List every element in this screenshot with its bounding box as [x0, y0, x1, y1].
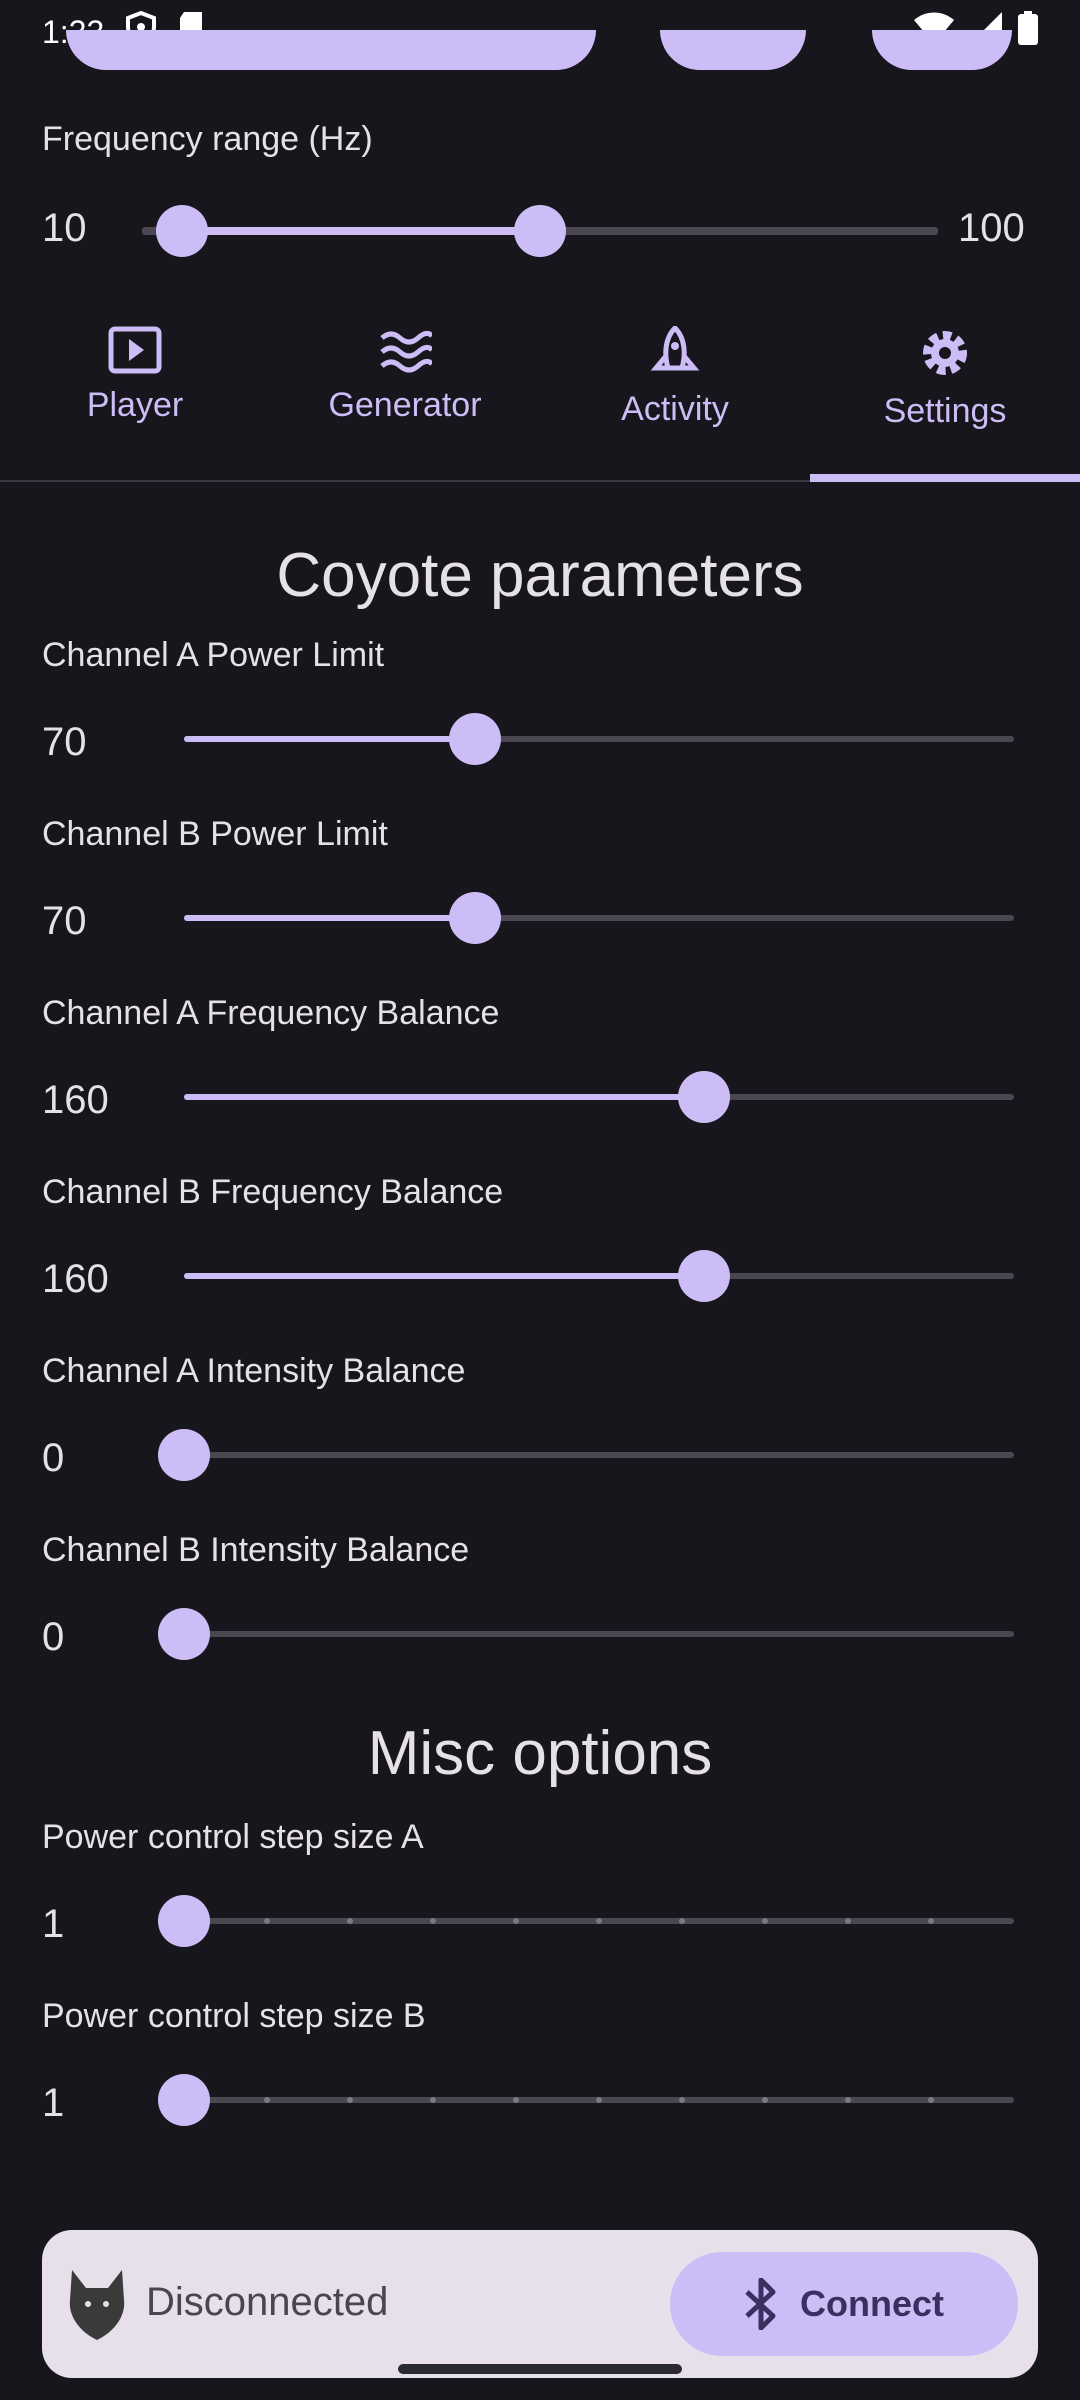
coyote-slider-thumb[interactable] — [678, 1071, 731, 1123]
waves-icon — [380, 330, 432, 373]
mode-chip-partial[interactable] — [660, 30, 806, 70]
gesture-nav-bar[interactable] — [398, 2364, 682, 2374]
connect-button[interactable]: Connect — [670, 2252, 1018, 2356]
coyote-slider-label: Channel A Power Limit — [42, 636, 385, 674]
misc-slider-tick — [513, 2097, 519, 2103]
coyote-slider-track[interactable] — [184, 736, 1014, 742]
misc-slider-value: 1 — [42, 2081, 65, 2125]
connection-bar: Disconnected Connect — [42, 2230, 1038, 2378]
coyote-slider-fill — [184, 736, 475, 742]
misc-slider-tick — [679, 1918, 685, 1924]
bluetooth-icon — [745, 2278, 776, 2330]
frequency-range-label: Frequency range (Hz) — [42, 120, 373, 158]
misc-slider-tick — [679, 2097, 685, 2103]
tab-settings[interactable]: Settings — [810, 300, 1080, 480]
tab-settings-label: Settings — [883, 392, 1007, 430]
coyote-slider-value: 70 — [42, 899, 87, 943]
coyote-slider-fill — [184, 915, 475, 921]
misc-slider-tick — [430, 1918, 436, 1924]
coyote-slider-value: 160 — [42, 1257, 109, 1301]
tab-generator[interactable]: Generator — [270, 300, 540, 480]
battery-icon — [1018, 11, 1038, 53]
coyote-slider-fill — [184, 1094, 705, 1100]
rocket-icon — [650, 326, 700, 371]
coyote-slider-label: Channel A Intensity Balance — [42, 1352, 466, 1390]
connect-button-label: Connect — [800, 2283, 944, 2324]
misc-slider-tick — [264, 1918, 270, 1924]
coyote-parameters-title: Coyote parameters — [276, 541, 804, 610]
misc-slider-value: 1 — [42, 1902, 65, 1946]
coyote-slider-label: Channel A Frequency Balance — [42, 994, 500, 1032]
tab-generator-label: Generator — [328, 386, 482, 424]
coyote-slider-value: 70 — [42, 720, 87, 764]
coyote-slider-track[interactable] — [184, 1094, 1014, 1100]
misc-slider-tick — [430, 2097, 436, 2103]
misc-slider-tick — [347, 2097, 353, 2103]
coyote-slider-track[interactable] — [184, 1273, 1014, 1279]
coyote-slider-label: Channel B Power Limit — [42, 815, 388, 853]
misc-slider-tick — [596, 2097, 602, 2103]
coyote-slider-track[interactable] — [184, 1631, 1014, 1637]
misc-slider-label: Power control step size A — [42, 1818, 424, 1856]
coyote-slider-thumb[interactable] — [158, 1429, 210, 1481]
frequency-max-value: 100 — [958, 206, 1025, 250]
misc-slider-tick — [513, 1918, 519, 1924]
misc-slider-tick — [845, 2097, 851, 2103]
misc-slider-tick — [596, 1918, 602, 1924]
tab-activity-label: Activity — [621, 390, 729, 428]
coyote-slider-thumb[interactable] — [158, 1608, 210, 1660]
misc-slider-thumb[interactable] — [158, 2074, 210, 2126]
misc-slider-tick — [845, 1918, 851, 1924]
coyote-slider-value: 0 — [42, 1615, 65, 1659]
coyote-slider-thumb[interactable] — [448, 713, 501, 765]
misc-slider-tick — [762, 1918, 768, 1924]
frequency-range-fill — [182, 227, 541, 235]
misc-slider-tick — [347, 1918, 353, 1924]
tab-player-label: Player — [86, 386, 184, 424]
mode-chip-partial[interactable] — [66, 30, 596, 70]
coyote-slider-track[interactable] — [184, 915, 1014, 921]
gear-icon — [923, 331, 967, 375]
play-icon — [108, 326, 162, 374]
tab-player[interactable]: Player — [0, 300, 270, 480]
mode-chip-partial[interactable] — [872, 30, 1012, 70]
tab-selected-indicator — [810, 474, 1080, 482]
frequency-range-low-thumb[interactable] — [156, 205, 208, 257]
misc-slider-label: Power control step size B — [42, 1997, 426, 2035]
frequency-min-value: 10 — [42, 206, 87, 250]
misc-slider-tick — [762, 2097, 768, 2103]
coyote-slider-track[interactable] — [184, 1452, 1014, 1458]
misc-slider-tick — [264, 2097, 270, 2103]
coyote-slider-fill — [184, 1273, 705, 1279]
connection-status: Disconnected — [146, 2280, 389, 2324]
tab-bar: Player Generator Activity Settings — [0, 300, 1080, 482]
coyote-slider-label: Channel B Intensity Balance — [42, 1531, 470, 1569]
coyote-slider-thumb[interactable] — [678, 1250, 731, 1302]
coyote-slider-value: 0 — [42, 1436, 65, 1480]
misc-options-title: Misc options — [367, 1719, 713, 1788]
frequency-range-high-thumb[interactable] — [514, 205, 567, 257]
misc-slider-tick — [928, 2097, 934, 2103]
coyote-slider-label: Channel B Frequency Balance — [42, 1173, 504, 1211]
coyote-logo-icon — [69, 2270, 125, 2340]
misc-slider-tick — [928, 1918, 934, 1924]
coyote-slider-value: 160 — [42, 1078, 109, 1122]
coyote-slider-thumb[interactable] — [448, 892, 501, 944]
tab-activity[interactable]: Activity — [540, 300, 810, 480]
misc-slider-thumb[interactable] — [158, 1895, 210, 1947]
